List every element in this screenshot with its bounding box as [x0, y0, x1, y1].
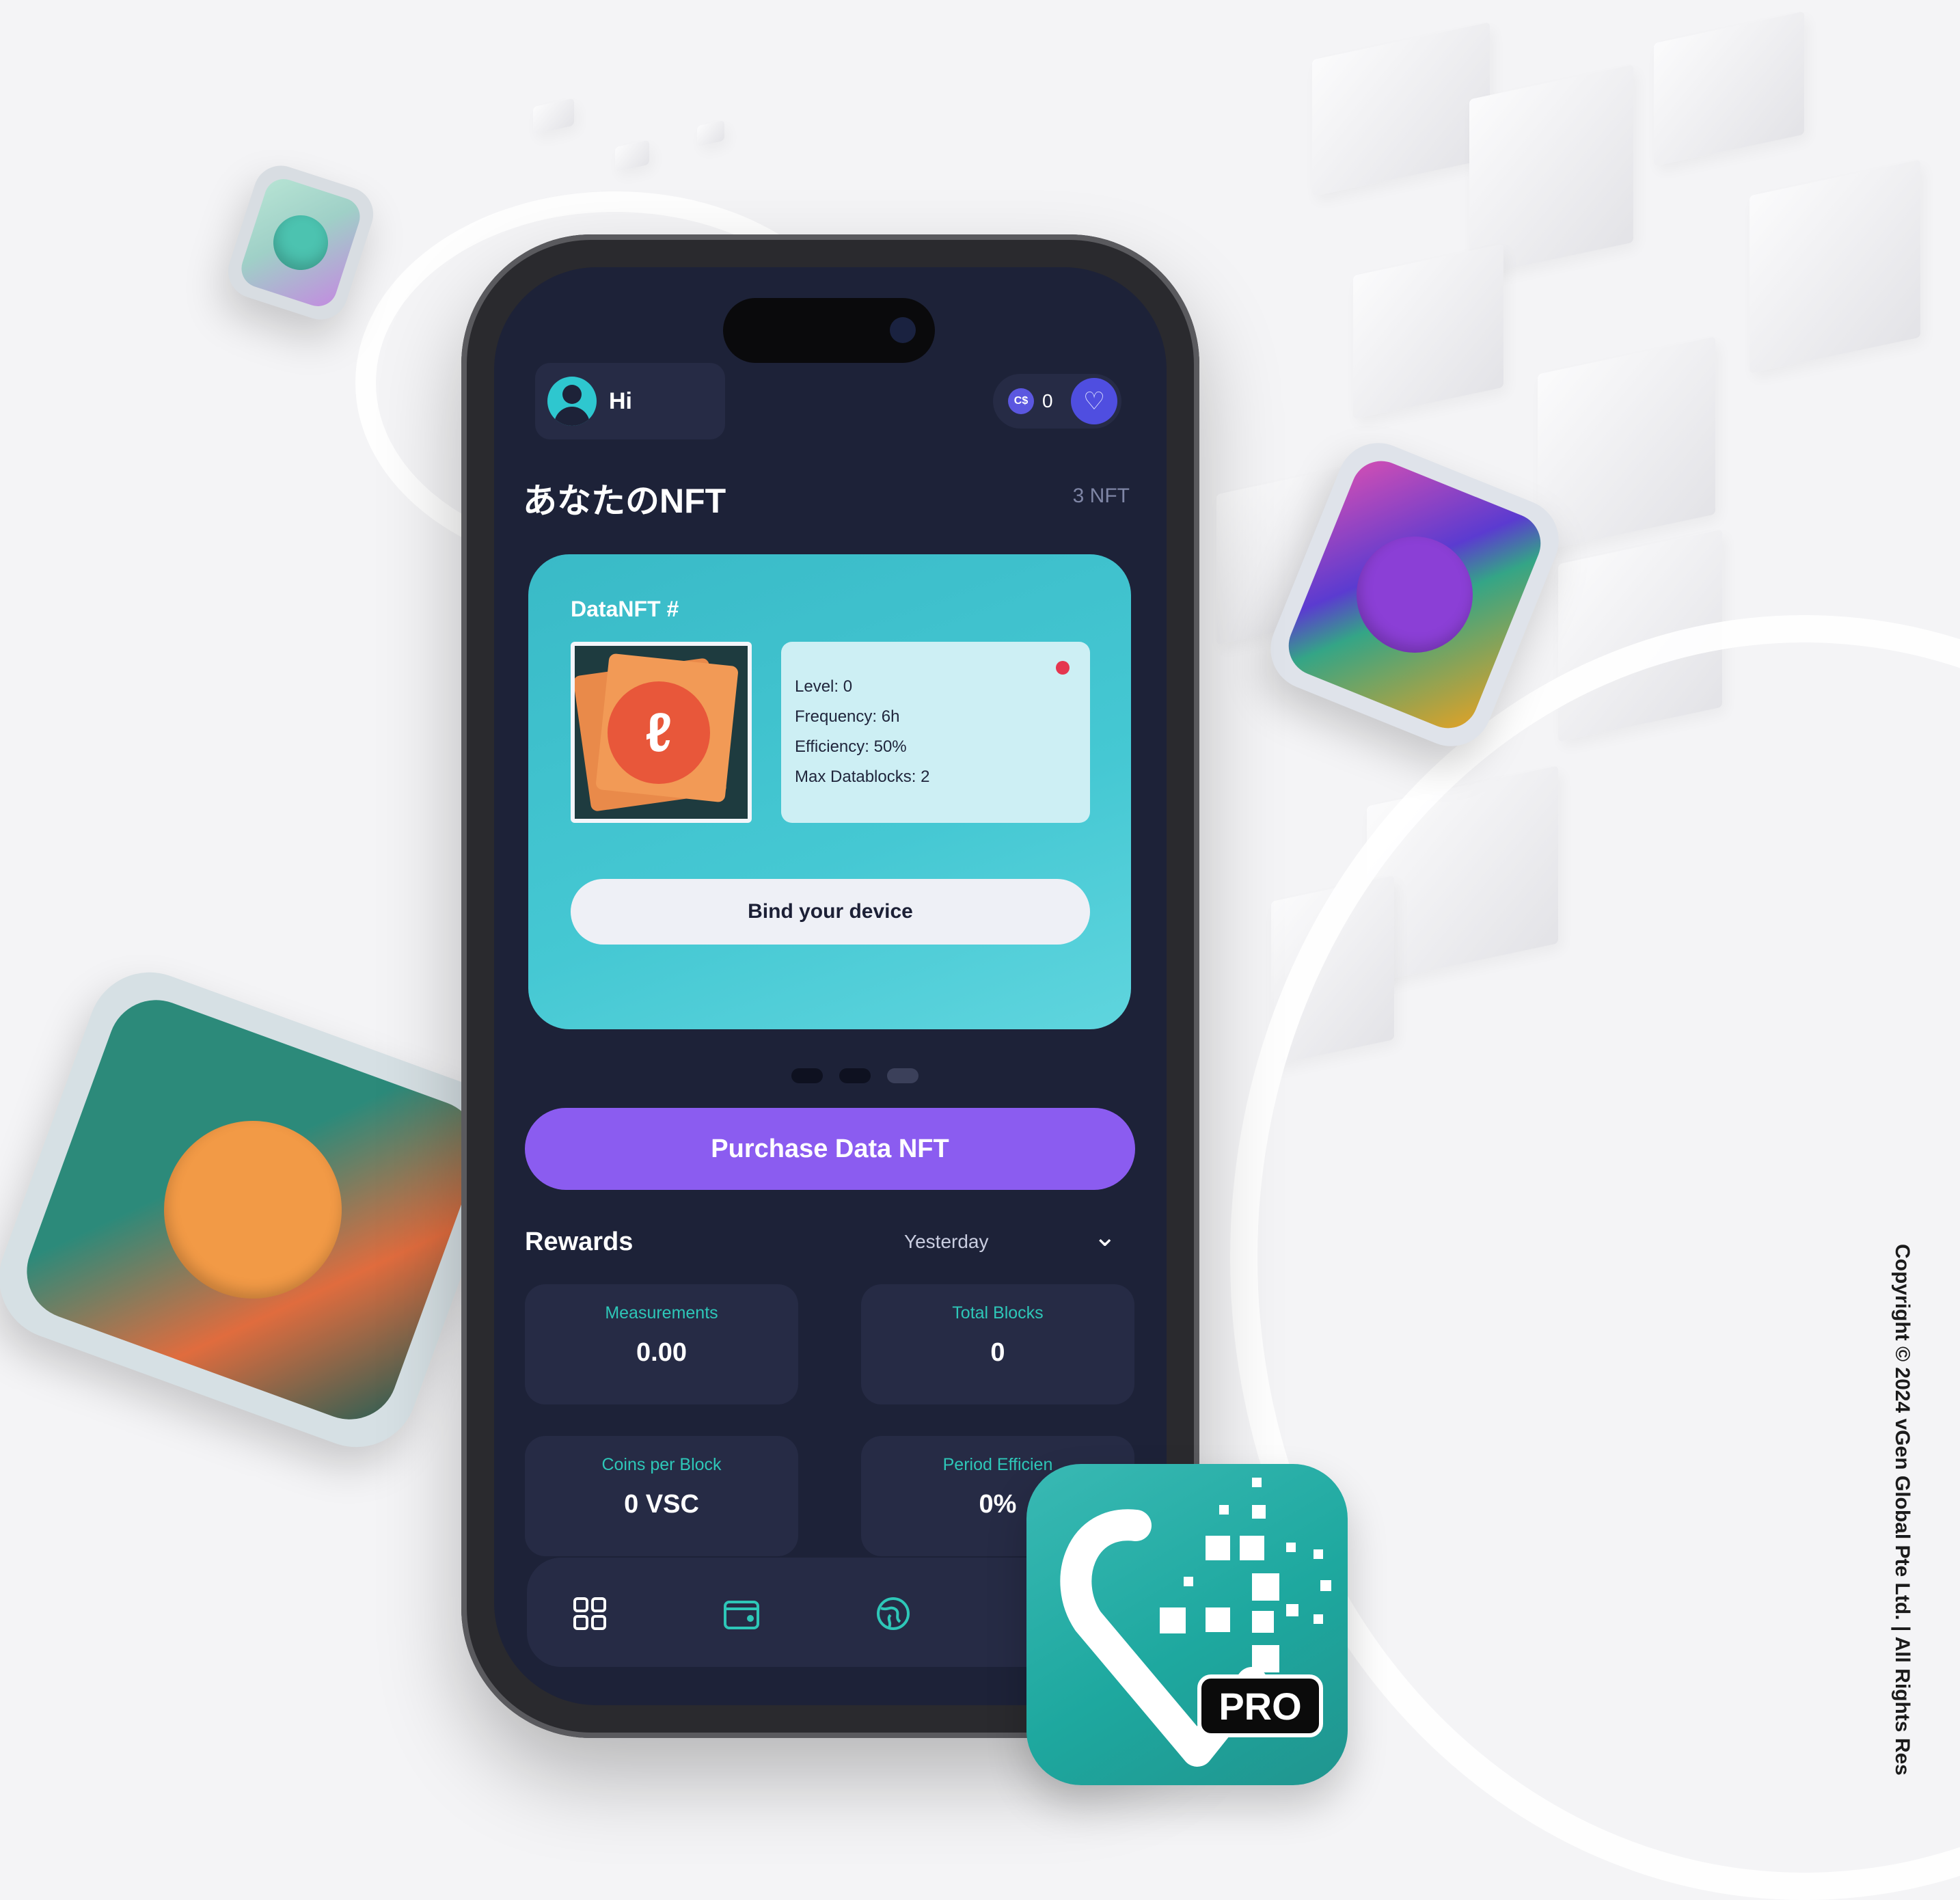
floating-token-small — [221, 159, 381, 327]
nft-section-title: あなたのNFT — [523, 482, 726, 520]
tile-label: Total Blocks — [952, 1303, 1044, 1322]
nft-stats: Level: 0 Frequency: 6h Efficiency: 50% M… — [781, 642, 1090, 823]
nft-count: 3 NFT — [1072, 485, 1130, 507]
nft-stat-frequency: Frequency: 6h — [795, 707, 900, 726]
profile-pill[interactable]: Hi — [535, 363, 725, 439]
bind-device-button[interactable]: Bind your device — [571, 879, 1090, 945]
nft-image: ℓ — [571, 642, 752, 823]
avatar-icon — [547, 377, 597, 426]
copyright-text: Copyright © 2024 vGen Global Pte Ltd. | … — [1891, 1244, 1914, 1776]
floating-token-left — [0, 955, 524, 1465]
tile-value: 0 VSC — [624, 1490, 699, 1519]
rewards-title: Rewards — [525, 1227, 634, 1256]
nft-stat-max-datablocks: Max Datablocks: 2 — [795, 768, 930, 786]
pro-app-icon: PRO — [1026, 1464, 1348, 1785]
pro-badge: PRO — [1197, 1674, 1323, 1737]
tile-value: 0.00 — [636, 1338, 687, 1367]
grid-icon[interactable] — [569, 1593, 610, 1634]
status-dot — [1056, 661, 1070, 675]
nft-card[interactable]: DataNFT # ℓ Level: 0 Frequency: 6h Effic… — [528, 554, 1131, 1029]
carousel-indicator — [791, 1068, 918, 1083]
coin-icon: C$ — [1008, 388, 1034, 414]
coin-balance: 0 — [1042, 390, 1053, 411]
carousel-dot[interactable] — [839, 1068, 871, 1083]
heart-icon[interactable]: ♡ — [1071, 378, 1117, 424]
greeting-text: Hi — [609, 388, 632, 414]
nft-stat-efficiency: Efficiency: 50% — [795, 737, 907, 756]
reward-tile-coins-per-block: Coins per Block 0 VSC — [525, 1436, 798, 1556]
chevron-down-icon[interactable]: ⌄ — [1093, 1221, 1117, 1253]
globe-icon[interactable] — [873, 1593, 914, 1634]
carousel-dot[interactable] — [791, 1068, 823, 1083]
tile-value: 0 — [990, 1338, 1005, 1367]
coin-balance-pill[interactable]: C$ 0 ♡ — [993, 374, 1121, 429]
nft-stat-level: Level: 0 — [795, 677, 853, 696]
camera-icon — [890, 317, 916, 343]
reward-tile-measurements: Measurements 0.00 — [525, 1284, 798, 1404]
nft-card-title: DataNFT # — [571, 597, 679, 621]
purchase-nft-button[interactable]: Purchase Data NFT — [525, 1108, 1135, 1190]
reward-tile-total-blocks: Total Blocks 0 — [861, 1284, 1134, 1404]
levo-logo-icon: ℓ — [608, 681, 710, 784]
wallet-icon[interactable] — [721, 1593, 762, 1634]
tile-label: Coins per Block — [601, 1455, 722, 1474]
tile-label: Measurements — [605, 1303, 718, 1322]
carousel-dot-active[interactable] — [887, 1068, 918, 1083]
period-select[interactable]: Yesterday — [904, 1231, 989, 1253]
dynamic-island — [723, 298, 935, 363]
